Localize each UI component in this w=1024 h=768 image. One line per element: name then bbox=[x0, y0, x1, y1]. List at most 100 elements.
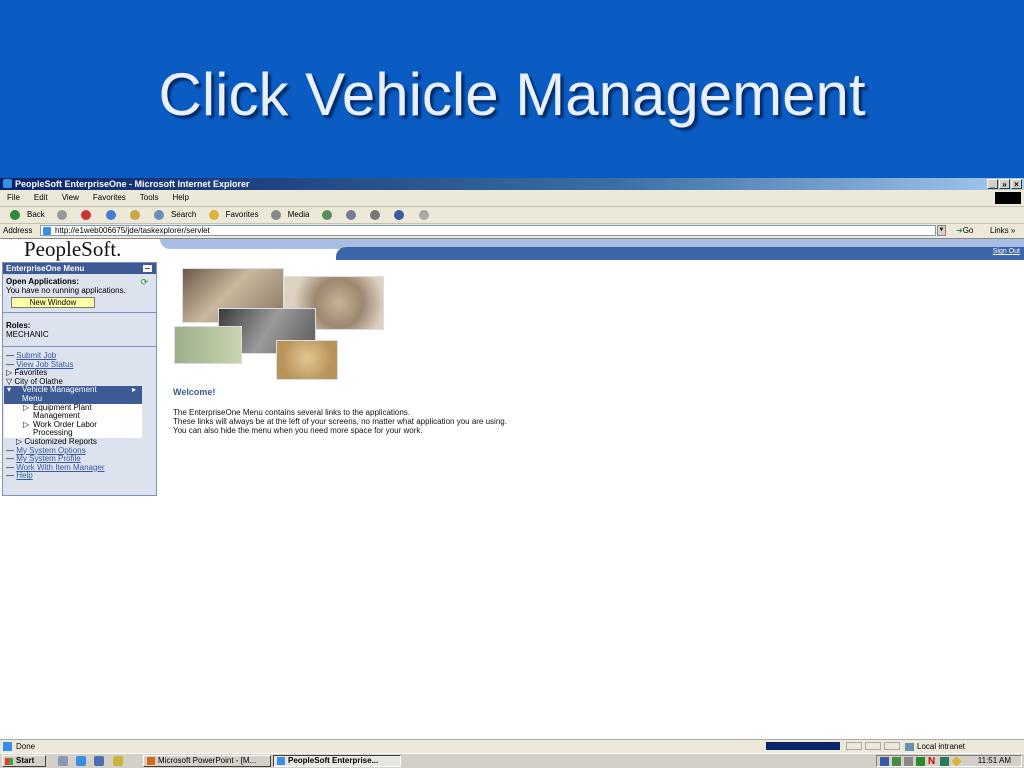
status-cell bbox=[865, 742, 881, 750]
task-powerpoint[interactable]: Microsoft PowerPoint - [M... bbox=[143, 755, 271, 767]
media-icon bbox=[270, 209, 281, 220]
minimize-button[interactable]: _ bbox=[987, 179, 998, 189]
header-band-dark bbox=[336, 247, 1024, 260]
search-button[interactable]: Search bbox=[149, 207, 196, 223]
windows-taskbar: Start Microsoft PowerPoint - [M... Peopl… bbox=[0, 753, 1024, 768]
start-button[interactable]: Start bbox=[2, 755, 46, 767]
refresh-icon bbox=[105, 209, 116, 220]
media-button[interactable]: Media bbox=[266, 207, 310, 223]
back-button[interactable]: Back bbox=[5, 207, 45, 223]
page-done-icon bbox=[3, 742, 12, 751]
tray-security-icon[interactable] bbox=[940, 757, 949, 766]
security-zone: Local intranet bbox=[905, 740, 965, 753]
print-button[interactable] bbox=[365, 207, 382, 223]
expand-icon: ▷ bbox=[23, 402, 30, 412]
roles-label: Roles: bbox=[6, 321, 31, 330]
quicklaunch-ie-icon[interactable] bbox=[76, 756, 86, 766]
tray-volume-icon[interactable] bbox=[904, 757, 913, 766]
address-label: Address bbox=[3, 226, 33, 235]
tree-item-vehicle-management-menu[interactable]: ▾ Vehicle Management Menu ▸ bbox=[4, 385, 142, 404]
history-icon bbox=[321, 209, 332, 220]
page-viewport: PeopleSoft. Sign Out EnterpriseOne Menu … bbox=[0, 237, 1024, 739]
menu-help[interactable]: Help bbox=[172, 190, 188, 206]
search-label: Search bbox=[170, 210, 197, 219]
home-icon bbox=[129, 209, 140, 220]
intranet-icon bbox=[905, 742, 914, 751]
new-window-button[interactable]: New Window bbox=[11, 297, 95, 308]
ie-icon bbox=[277, 757, 285, 765]
quicklaunch-desktop-icon[interactable] bbox=[58, 756, 68, 766]
tree-item-work-order-labor-processing[interactable]: ▷ Work Order Labor Processing bbox=[23, 420, 142, 438]
menu-favorites[interactable]: Favorites bbox=[93, 190, 126, 206]
favorites-button[interactable]: Favorites bbox=[204, 207, 258, 223]
quicklaunch-app-icon[interactable] bbox=[113, 756, 123, 766]
task-peoplesoft[interactable]: PeopleSoft Enterprise... bbox=[273, 755, 401, 767]
tray-network-icon[interactable] bbox=[892, 757, 901, 766]
address-bar: Address http://e1web006675/jde/taskexplo… bbox=[0, 224, 1024, 239]
search-icon bbox=[153, 209, 164, 220]
photo-woman-green bbox=[174, 326, 242, 364]
star-icon bbox=[208, 209, 219, 220]
address-dropdown-button[interactable]: ▼ bbox=[937, 225, 946, 236]
fly-out-arrow-icon[interactable]: ▸ bbox=[132, 386, 136, 395]
menu-tree: — Submit Job — View Job Status ▷ Favorit… bbox=[3, 347, 156, 483]
back-label: Back bbox=[27, 210, 45, 219]
links-button[interactable]: Links » bbox=[990, 224, 1015, 238]
tray-antivirus-icon[interactable] bbox=[916, 757, 925, 766]
task-label: Microsoft PowerPoint - [M... bbox=[158, 756, 257, 765]
collapse-icon: ▾ bbox=[7, 385, 12, 395]
edit-button[interactable] bbox=[389, 207, 406, 223]
mail-button[interactable] bbox=[341, 207, 358, 223]
tray-monitor-icon[interactable] bbox=[880, 757, 889, 766]
forward-button[interactable] bbox=[52, 207, 69, 223]
go-label: Go bbox=[962, 226, 974, 235]
address-input[interactable]: http://e1web006675/jde/taskexplorer/serv… bbox=[40, 225, 936, 236]
media-label: Media bbox=[287, 210, 310, 219]
quicklaunch-outlook-icon[interactable] bbox=[94, 756, 104, 766]
close-button[interactable]: × bbox=[1011, 179, 1022, 189]
windows-logo-icon bbox=[995, 192, 1021, 204]
welcome-description: The EnterpriseOne Menu contains several … bbox=[173, 408, 507, 435]
tray-n-icon[interactable]: N bbox=[928, 757, 937, 767]
status-text: Done bbox=[16, 742, 36, 751]
window-titlebar[interactable]: PeopleSoft EnterpriseOne - Microsoft Int… bbox=[0, 178, 1024, 190]
refresh-button[interactable] bbox=[101, 207, 118, 223]
restore-button[interactable]: » bbox=[999, 179, 1010, 189]
print-icon bbox=[370, 209, 381, 220]
go-button[interactable]: ➜Go bbox=[956, 224, 973, 238]
peoplesoft-logo: PeopleSoft. bbox=[24, 237, 122, 261]
minimize-menu-icon[interactable] bbox=[143, 265, 152, 272]
menu-tools[interactable]: Tools bbox=[140, 190, 159, 206]
stop-button[interactable] bbox=[76, 207, 93, 223]
window-title: PeopleSoft EnterpriseOne - Microsoft Int… bbox=[15, 179, 250, 189]
welcome-photo-collage bbox=[174, 268, 389, 380]
menu-view[interactable]: View bbox=[62, 190, 79, 206]
tree-item-help[interactable]: — Help bbox=[6, 472, 153, 481]
tree-item-equipment-plant-management[interactable]: ▷ Equipment Plant Management bbox=[23, 402, 142, 421]
role-value: MECHANIC bbox=[6, 330, 49, 339]
progress-bar bbox=[766, 742, 840, 750]
tray-diamond-icon[interactable] bbox=[951, 756, 962, 767]
refresh-icon[interactable]: ⟳ bbox=[140, 277, 148, 288]
help-link[interactable]: Help bbox=[16, 471, 32, 481]
discuss-button[interactable] bbox=[414, 207, 431, 223]
open-applications-label: Open Applications: bbox=[6, 277, 80, 286]
system-tray: N 11:51 AM bbox=[876, 755, 1022, 767]
roles-section: Roles: MECHANIC bbox=[3, 313, 156, 347]
menu-file[interactable]: File bbox=[7, 190, 20, 206]
zone-label: Local intranet bbox=[917, 742, 966, 751]
description-line: The EnterpriseOne Menu contains several … bbox=[173, 408, 411, 417]
photo-woman-smiling bbox=[276, 340, 338, 380]
browser-toolbar: Back Search Favorites Media bbox=[0, 207, 1024, 224]
chevron-right-icon: » bbox=[1010, 226, 1016, 235]
discuss-icon bbox=[418, 209, 429, 220]
go-arrow-icon: ➜ bbox=[956, 226, 963, 235]
home-button[interactable] bbox=[125, 207, 142, 223]
word-icon bbox=[394, 209, 405, 220]
status-cell bbox=[846, 742, 862, 750]
history-button[interactable] bbox=[317, 207, 334, 223]
ie-icon bbox=[3, 179, 12, 188]
status-cell bbox=[884, 742, 900, 750]
menu-edit[interactable]: Edit bbox=[34, 190, 48, 206]
sign-out-link[interactable]: Sign Out bbox=[993, 248, 1020, 255]
